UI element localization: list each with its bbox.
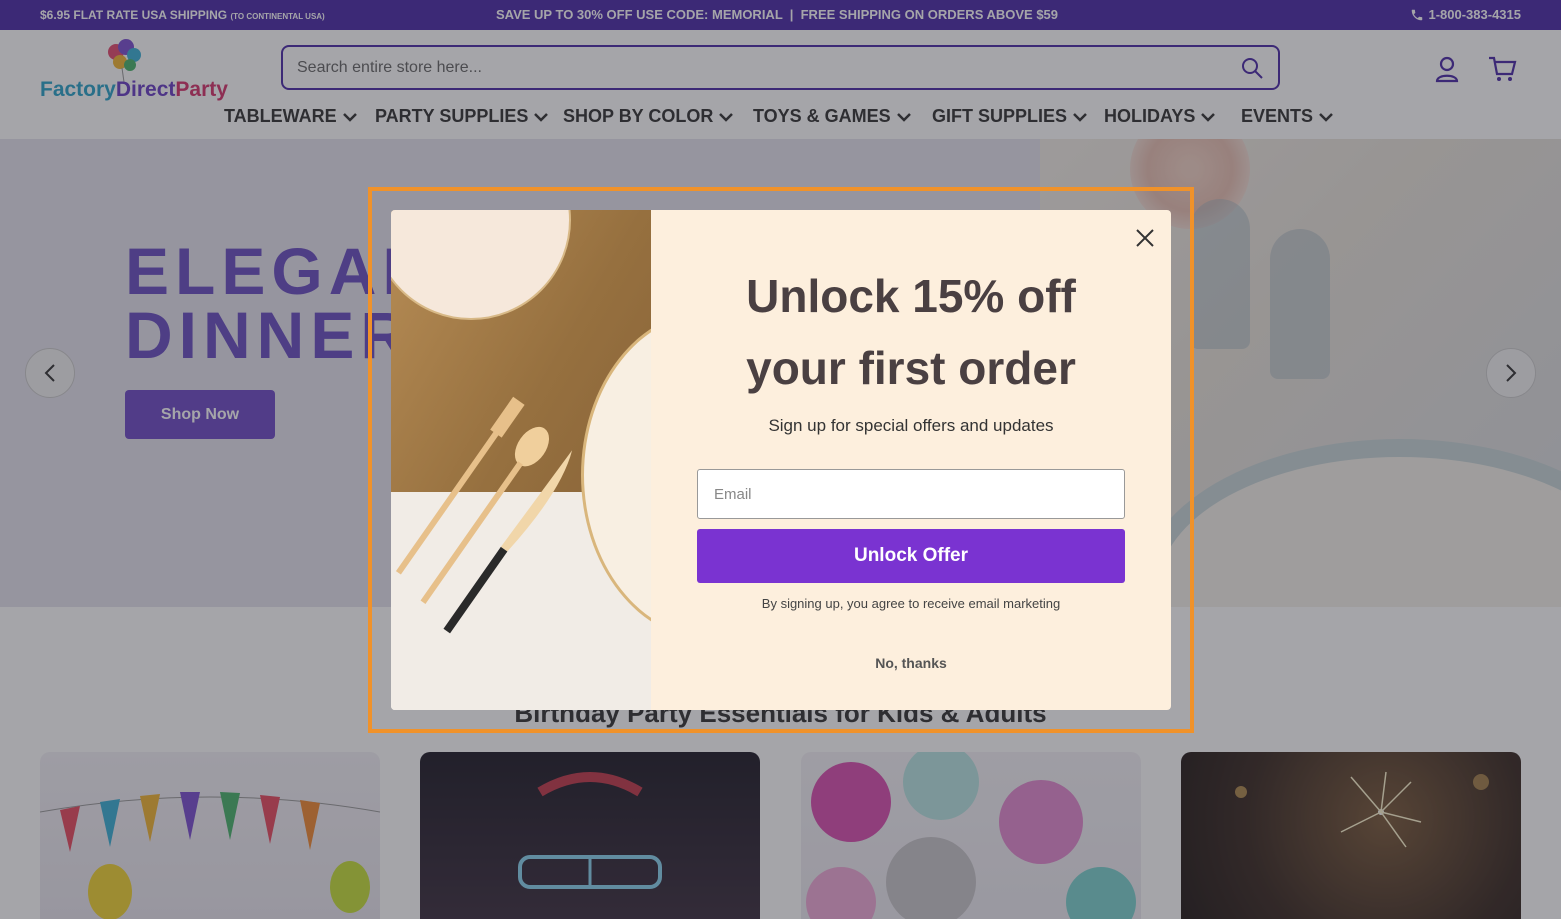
close-icon [1136,229,1154,247]
no-thanks-button[interactable]: No, thanks [651,655,1171,671]
modal-subtitle: Sign up for special offers and updates [768,416,1054,435]
email-field[interactable] [697,469,1125,519]
modal-title: Unlock 15% off your first order [651,260,1171,404]
modal-title-line1: Unlock 15% off [746,270,1076,322]
unlock-offer-button[interactable]: Unlock Offer [697,529,1125,583]
modal-image [391,210,651,710]
modal-title-line2: your first order [746,342,1076,394]
signup-modal: Unlock 15% off your first order Sign up … [391,210,1171,710]
modal-content: Unlock 15% off your first order Sign up … [651,210,1171,710]
close-button[interactable] [1131,224,1159,252]
cutlery-image [395,396,573,634]
legal-notice: By signing up, you agree to receive emai… [761,596,1061,611]
